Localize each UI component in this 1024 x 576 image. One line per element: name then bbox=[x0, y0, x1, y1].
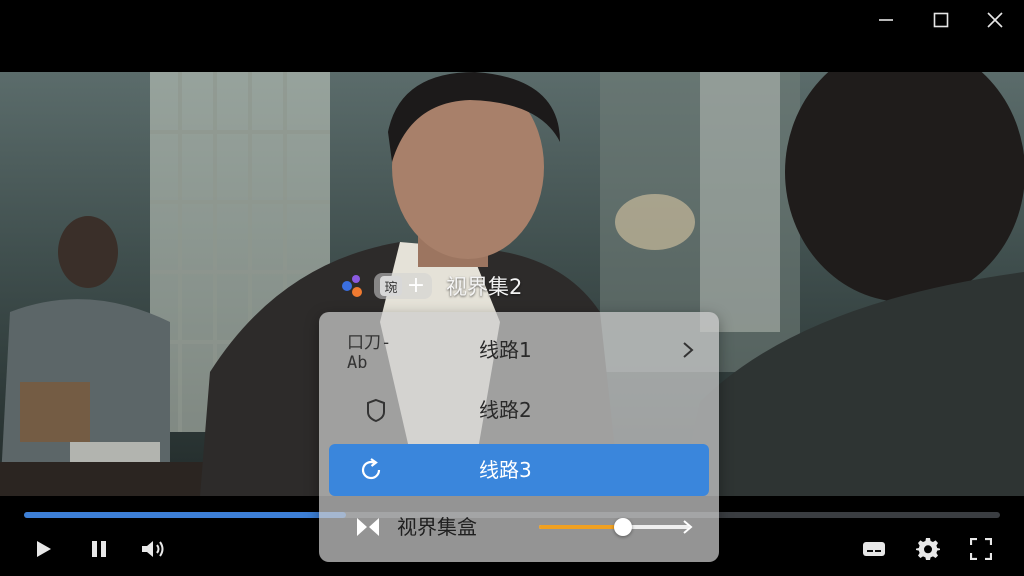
fullscreen-button[interactable] bbox=[966, 534, 996, 564]
slider-fill bbox=[539, 525, 623, 529]
menu-item-route-3[interactable]: 线路3 bbox=[329, 444, 709, 496]
maximize-button[interactable] bbox=[921, 6, 961, 34]
arrow-right-icon bbox=[683, 520, 693, 534]
bowtie-icon bbox=[357, 518, 379, 536]
pause-button[interactable] bbox=[84, 534, 114, 564]
menu-item-route-2[interactable]: 线路2 bbox=[329, 384, 709, 436]
menu-item-label: 线路3 bbox=[479, 458, 532, 482]
source-route-menu: 口刀-Ab 线路1 线路2 线路3 视界集盒 bbox=[319, 312, 719, 562]
maximize-icon bbox=[933, 12, 949, 28]
minimize-icon bbox=[879, 19, 893, 21]
menu-item-label: 线路2 bbox=[479, 398, 532, 422]
app-source-tag: 琬 + 视界集2 bbox=[338, 266, 522, 306]
minimize-button[interactable] bbox=[866, 6, 906, 34]
play-button[interactable] bbox=[28, 534, 58, 564]
title-bar bbox=[0, 0, 1024, 72]
close-icon bbox=[987, 12, 1003, 28]
pause-icon bbox=[92, 541, 106, 557]
tag-glyph: 琬 bbox=[380, 276, 402, 296]
play-icon bbox=[37, 541, 51, 557]
app-name: 视界集2 bbox=[446, 275, 523, 299]
refresh-icon bbox=[347, 454, 411, 486]
menu-footer: 视界集盒 bbox=[355, 512, 695, 542]
volume-button[interactable] bbox=[138, 534, 168, 564]
fullscreen-icon bbox=[970, 538, 992, 560]
subtitle-button[interactable] bbox=[859, 534, 889, 564]
route-1-icon-text: 口刀-Ab bbox=[347, 332, 392, 373]
settings-button[interactable] bbox=[913, 534, 943, 564]
add-icon: + bbox=[406, 273, 426, 298]
subtitle-icon bbox=[863, 542, 885, 556]
close-button[interactable] bbox=[975, 6, 1015, 34]
progress-fill bbox=[24, 512, 347, 518]
slider-thumb[interactable] bbox=[614, 518, 632, 536]
chevron-right-icon bbox=[683, 342, 694, 358]
footer-label: 视界集盒 bbox=[397, 515, 477, 539]
footer-slider[interactable] bbox=[539, 518, 689, 536]
volume-icon bbox=[142, 541, 164, 557]
app-logo-icon bbox=[342, 275, 362, 297]
video-player-window: 琬 + 视界集2 口刀-Ab 线路1 线路2 线路3 视界集盒 bbox=[0, 0, 1024, 576]
menu-item-route-1[interactable]: 口刀-Ab 线路1 bbox=[329, 324, 709, 376]
shield-icon bbox=[347, 394, 411, 426]
menu-item-label: 线路1 bbox=[479, 338, 532, 362]
settings-gear-icon bbox=[916, 538, 940, 560]
tag-pill[interactable]: 琬 + bbox=[374, 273, 432, 299]
